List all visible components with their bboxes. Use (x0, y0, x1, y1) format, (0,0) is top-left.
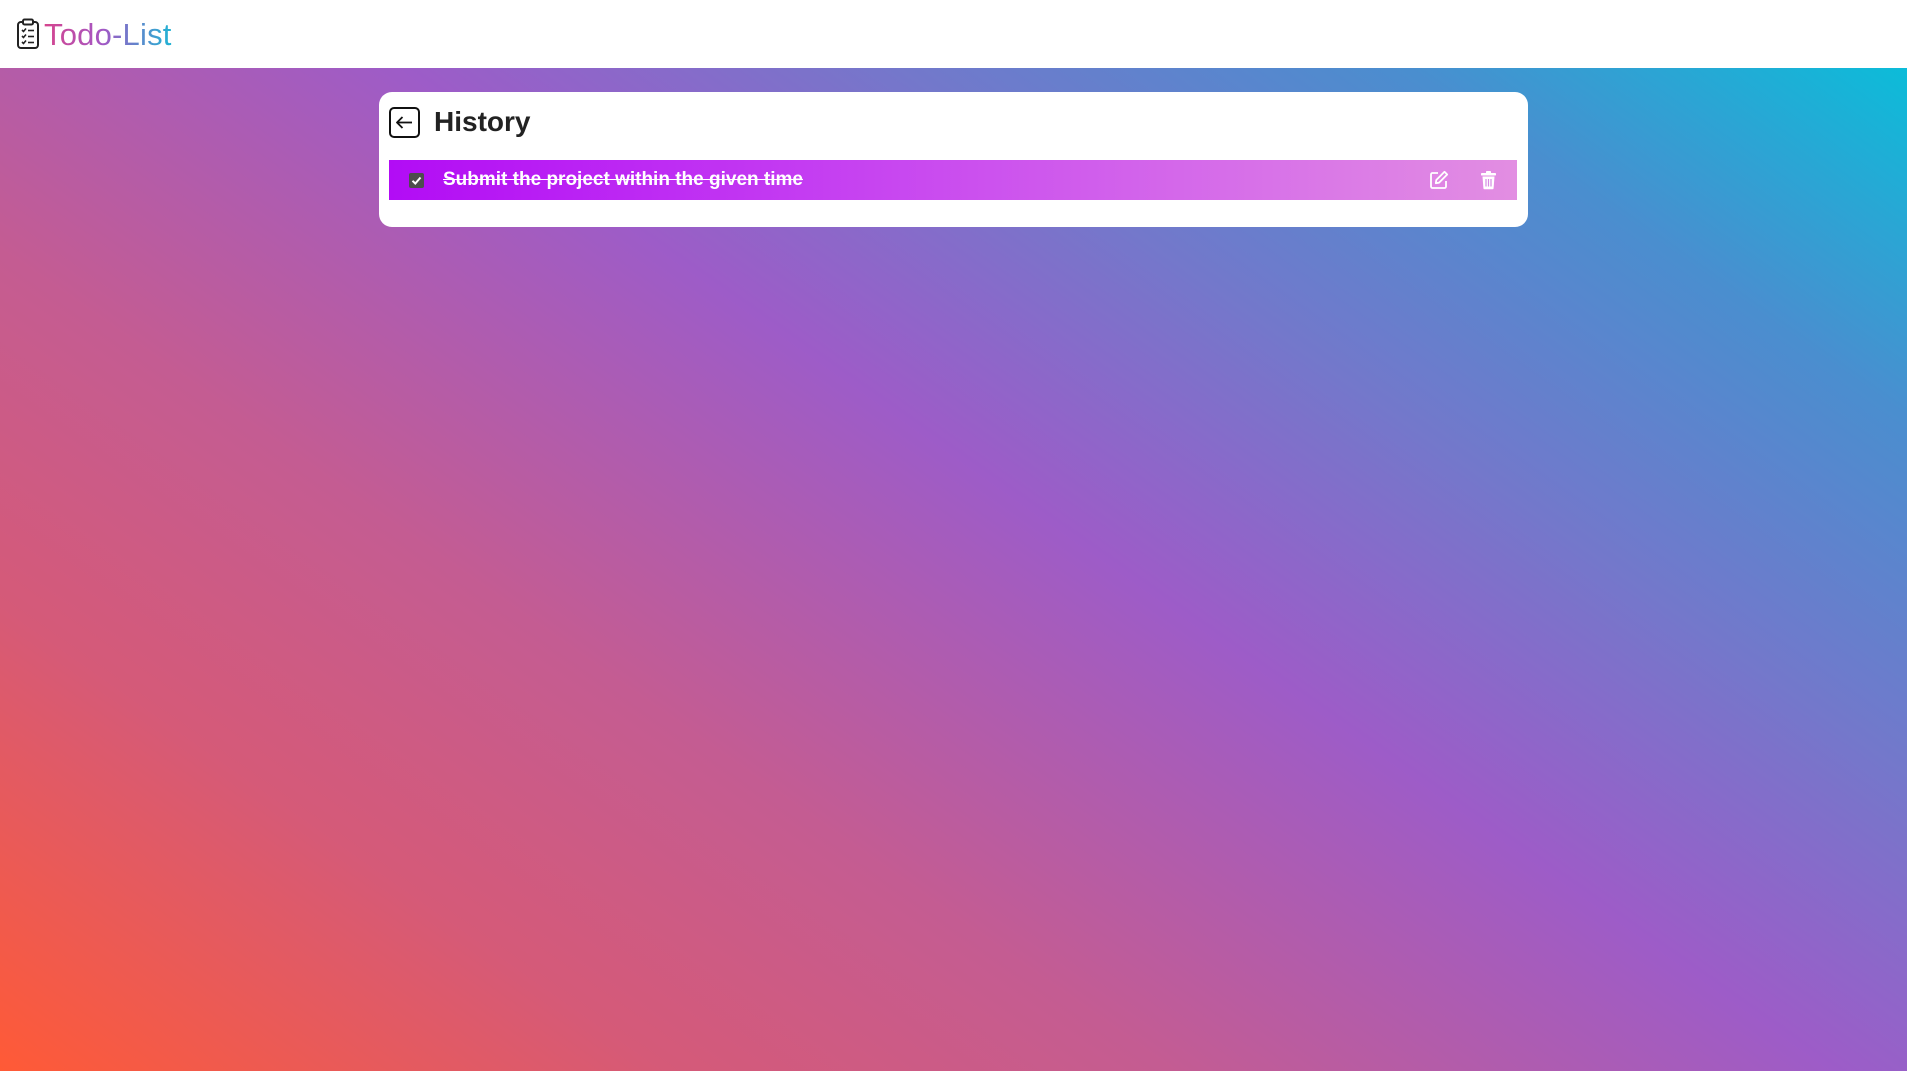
arrow-left-icon (396, 115, 412, 129)
back-button[interactable] (389, 106, 420, 138)
history-header: History (389, 104, 530, 140)
page-title: History (434, 106, 531, 137)
brand-title: Todo-List (44, 16, 172, 52)
task-item: Submit the project within the given time (389, 160, 1517, 200)
clipboard-list-icon (14, 17, 42, 51)
checkmark-icon (411, 176, 422, 185)
navbar: Todo-List (0, 0, 1907, 68)
trash-icon (1480, 171, 1496, 190)
edit-icon (1430, 170, 1449, 189)
task-actions (1429, 169, 1498, 191)
delete-button[interactable] (1478, 169, 1498, 191)
task-text: Submit the project within the given time (443, 169, 803, 190)
task-checkbox[interactable] (409, 172, 424, 188)
history-card: History Submit the project within the gi… (379, 92, 1528, 227)
brand-link[interactable]: Todo-List (14, 14, 172, 54)
edit-button[interactable] (1429, 169, 1449, 191)
